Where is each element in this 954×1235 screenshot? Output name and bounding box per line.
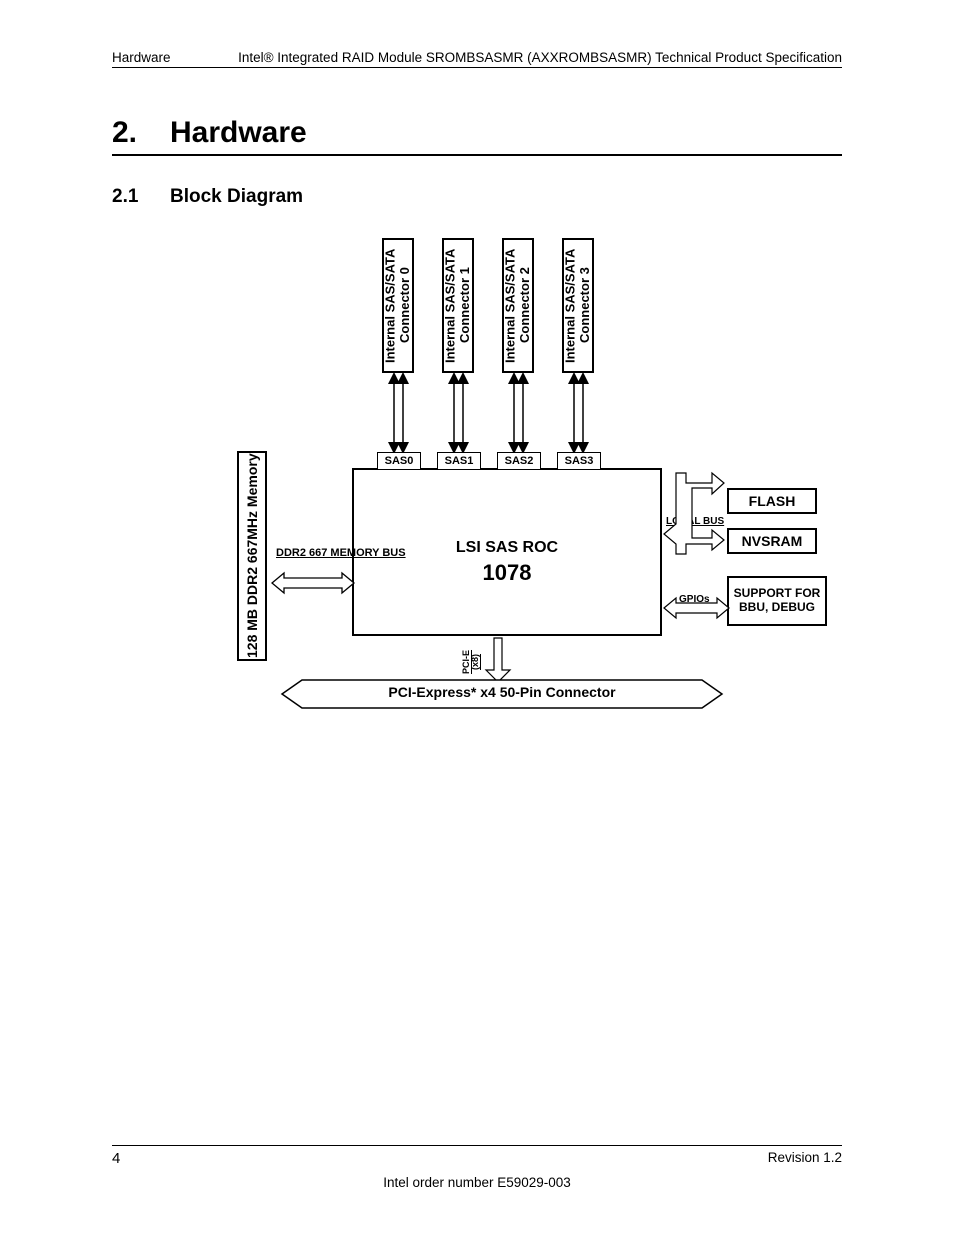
chapter-title: 2. Hardware: [112, 116, 842, 156]
page-number: 4: [112, 1150, 120, 1167]
block-diagram: Internal SAS/SATA Connector 0 Internal S…: [172, 238, 842, 738]
order-number: Intel order number E59029-003: [112, 1175, 842, 1190]
page-footer: 4 Revision 1.2 Intel order number E59029…: [112, 1145, 842, 1190]
section-number: 2.1: [112, 186, 170, 208]
revision: Revision 1.2: [768, 1150, 842, 1167]
chapter-text: Hardware: [170, 116, 307, 150]
page-header: Hardware Intel® Integrated RAID Module S…: [112, 50, 842, 68]
header-left: Hardware: [112, 50, 171, 65]
section-title: 2.1 Block Diagram: [112, 186, 842, 208]
chapter-number: 2.: [112, 116, 170, 150]
pcie-connector-label: PCI-Express* x4 50-Pin Connector: [302, 684, 702, 700]
section-text: Block Diagram: [170, 186, 303, 208]
header-right: Intel® Integrated RAID Module SROMBSASMR…: [238, 50, 842, 65]
